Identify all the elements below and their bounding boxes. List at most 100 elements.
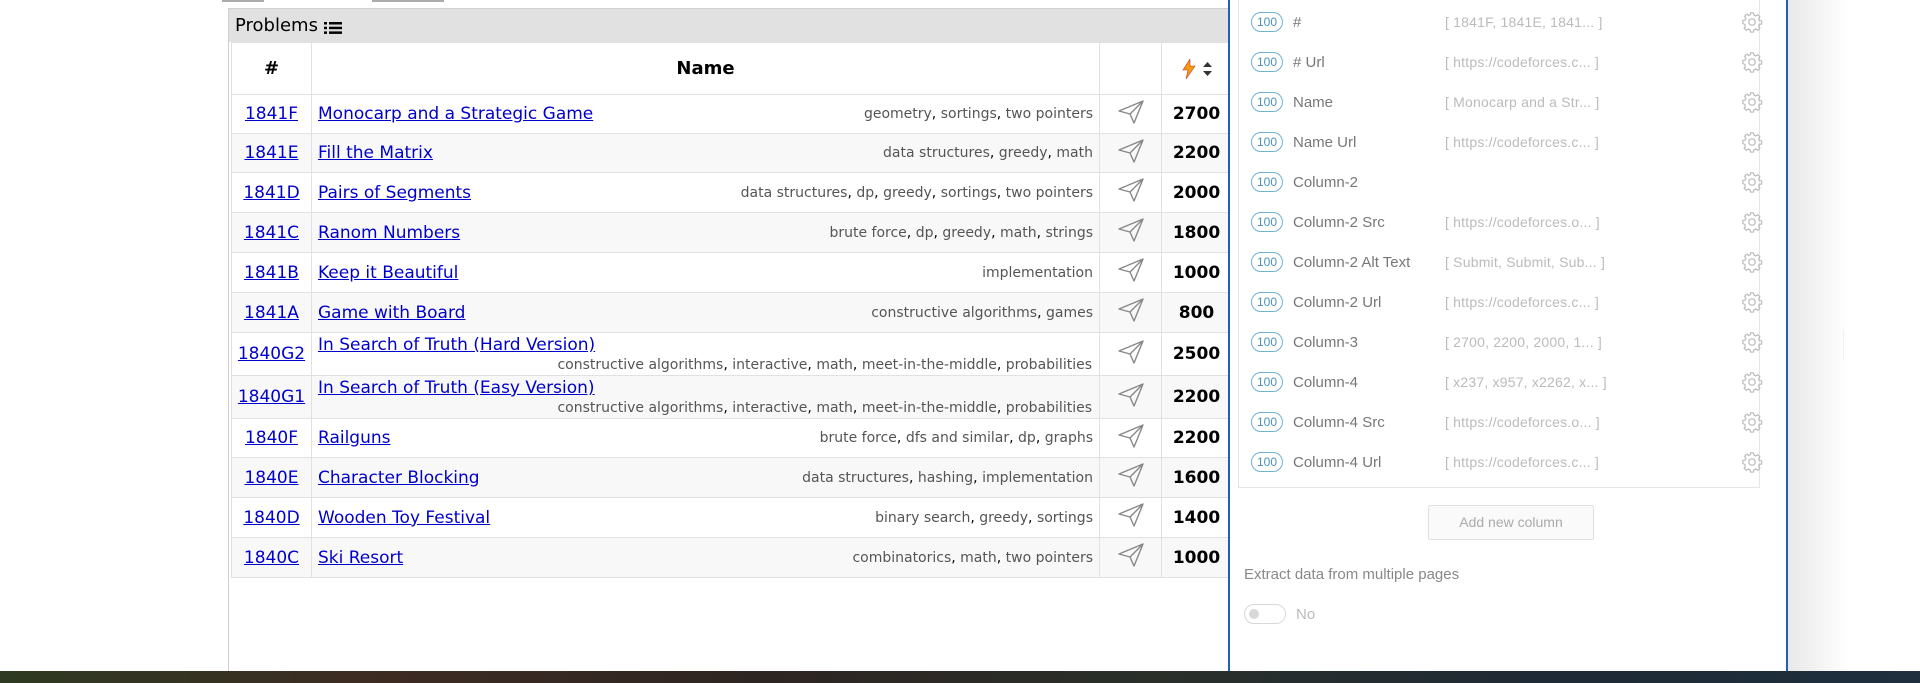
column-settings-gear-icon[interactable] <box>1741 291 1763 313</box>
problem-id-link[interactable]: 1841C <box>244 223 299 243</box>
tag-link[interactable]: two pointers <box>1006 550 1093 566</box>
problem-name-link[interactable]: Railguns <box>318 428 391 448</box>
submit-icon[interactable] <box>1117 99 1144 129</box>
tag-link[interactable]: constructive algorithms <box>871 305 1037 321</box>
tag-link[interactable]: probabilities <box>1006 357 1092 373</box>
column-settings-gear-icon[interactable] <box>1741 411 1763 433</box>
problem-name-link[interactable]: In Search of Truth (Easy Version) <box>318 378 1098 398</box>
tag-link[interactable]: two pointers <box>1006 185 1093 201</box>
problem-name-link[interactable]: Keep it Beautiful <box>318 263 458 283</box>
problem-id-link[interactable]: 1841F <box>245 104 298 124</box>
tag-link[interactable]: meet-in-the-middle <box>862 400 997 416</box>
tag-link[interactable]: games <box>1046 305 1093 321</box>
problem-name-link[interactable]: Fill the Matrix <box>318 143 433 163</box>
problem-id-link[interactable]: 1840C <box>244 548 299 568</box>
column-settings-gear-icon[interactable] <box>1741 331 1763 353</box>
tag-link[interactable]: meet-in-the-middle <box>862 357 997 373</box>
column-settings-gear-icon[interactable] <box>1741 211 1763 233</box>
problem-id-link[interactable]: 1840G2 <box>238 344 305 364</box>
column-name[interactable]: Column-4 Src <box>1293 414 1385 431</box>
tag-link[interactable]: data structures <box>802 470 909 486</box>
submit-icon[interactable] <box>1117 178 1144 207</box>
column-settings-gear-icon[interactable] <box>1741 51 1763 73</box>
column-name[interactable]: Name Url <box>1293 134 1356 151</box>
problem-name-link[interactable]: Ski Resort <box>318 548 403 568</box>
column-name[interactable]: Name <box>1293 94 1333 111</box>
tag-link[interactable]: implementation <box>982 265 1093 281</box>
tag-link[interactable]: sortings <box>941 106 997 122</box>
tag-link[interactable]: interactive <box>732 357 807 373</box>
submit-icon[interactable] <box>1117 382 1144 412</box>
submit-icon[interactable] <box>1117 543 1144 572</box>
tag-link[interactable]: constructive algorithms <box>557 400 723 416</box>
tag-link[interactable]: constructive algorithms <box>557 357 723 373</box>
tag-link[interactable]: combinatorics <box>852 550 951 566</box>
tag-link[interactable]: sortings <box>1037 510 1093 526</box>
tag-link[interactable]: math <box>1056 145 1093 161</box>
problem-name-link[interactable]: Monocarp and a Strategic Game <box>318 104 593 124</box>
tag-link[interactable]: interactive <box>732 400 807 416</box>
problem-id-link[interactable]: 1841E <box>244 143 298 163</box>
tag-link[interactable]: greedy <box>883 185 932 201</box>
submit-icon[interactable] <box>1117 218 1144 247</box>
tag-link[interactable]: math <box>1000 225 1037 241</box>
tag-link[interactable]: math <box>816 400 853 416</box>
column-name[interactable]: Column-2 Url <box>1293 294 1381 311</box>
submit-icon[interactable] <box>1117 503 1144 532</box>
tag-link[interactable]: strings <box>1046 225 1093 241</box>
submit-icon[interactable] <box>1117 258 1144 287</box>
tag-link[interactable]: greedy <box>942 225 991 241</box>
column-settings-gear-icon[interactable] <box>1741 451 1763 473</box>
problem-id-link[interactable]: 1841D <box>243 183 299 203</box>
column-name[interactable]: Column-2 <box>1293 174 1358 191</box>
tag-link[interactable]: binary search <box>875 510 970 526</box>
column-name[interactable]: Column-4 <box>1293 374 1358 391</box>
column-name[interactable]: Column-4 Url <box>1293 454 1381 471</box>
header-name[interactable]: Name <box>311 42 1100 95</box>
tag-link[interactable]: data structures <box>741 185 848 201</box>
header-id[interactable]: # <box>231 42 312 95</box>
submit-icon[interactable] <box>1117 463 1144 492</box>
tag-link[interactable]: brute force <box>820 430 897 446</box>
column-name[interactable]: Column-2 Src <box>1293 214 1385 231</box>
column-name[interactable]: # Url <box>1293 54 1325 71</box>
tag-link[interactable]: math <box>960 550 997 566</box>
column-settings-gear-icon[interactable] <box>1741 171 1763 193</box>
tag-link[interactable]: dp <box>916 225 934 241</box>
problem-name-link[interactable]: Game with Board <box>318 303 465 323</box>
problem-name-link[interactable]: Ranom Numbers <box>318 223 460 243</box>
column-name[interactable]: Column-3 <box>1293 334 1358 351</box>
column-settings-gear-icon[interactable] <box>1741 131 1763 153</box>
tag-link[interactable]: probabilities <box>1006 400 1092 416</box>
tag-link[interactable]: dfs and similar <box>906 430 1009 446</box>
tag-link[interactable]: implementation <box>982 470 1093 486</box>
problem-id-link[interactable]: 1841A <box>244 303 299 323</box>
tag-link[interactable]: sortings <box>941 185 997 201</box>
tag-link[interactable]: greedy <box>999 145 1048 161</box>
problem-id-link[interactable]: 1840E <box>244 468 298 488</box>
problem-name-link[interactable]: Wooden Toy Festival <box>318 508 490 528</box>
tag-link[interactable]: math <box>816 357 853 373</box>
tag-link[interactable]: geometry <box>864 106 932 122</box>
tag-link[interactable]: hashing <box>918 470 973 486</box>
problem-id-link[interactable]: 1840F <box>245 428 298 448</box>
column-name[interactable]: Column-2 Alt Text <box>1293 254 1410 271</box>
add-column-button[interactable]: Add new column <box>1428 505 1594 540</box>
column-settings-gear-icon[interactable] <box>1741 371 1763 393</box>
problem-name-link[interactable]: In Search of Truth (Hard Version) <box>318 335 1098 355</box>
tag-link[interactable]: graphs <box>1045 430 1093 446</box>
tag-link[interactable]: data structures <box>883 145 990 161</box>
problem-id-link[interactable]: 1840G1 <box>238 387 305 407</box>
column-settings-gear-icon[interactable] <box>1741 251 1763 273</box>
multi-page-toggle[interactable] <box>1244 604 1286 624</box>
tag-link[interactable]: dp <box>856 185 874 201</box>
tag-link[interactable]: greedy <box>979 510 1028 526</box>
submit-icon[interactable] <box>1117 423 1144 453</box>
tag-link[interactable]: brute force <box>829 225 906 241</box>
problem-name-link[interactable]: Pairs of Segments <box>318 183 471 203</box>
tag-link[interactable]: dp <box>1018 430 1036 446</box>
problem-name-link[interactable]: Character Blocking <box>318 468 480 488</box>
column-settings-gear-icon[interactable] <box>1741 91 1763 113</box>
problem-id-link[interactable]: 1841B <box>244 263 299 283</box>
submit-icon[interactable] <box>1117 339 1144 369</box>
